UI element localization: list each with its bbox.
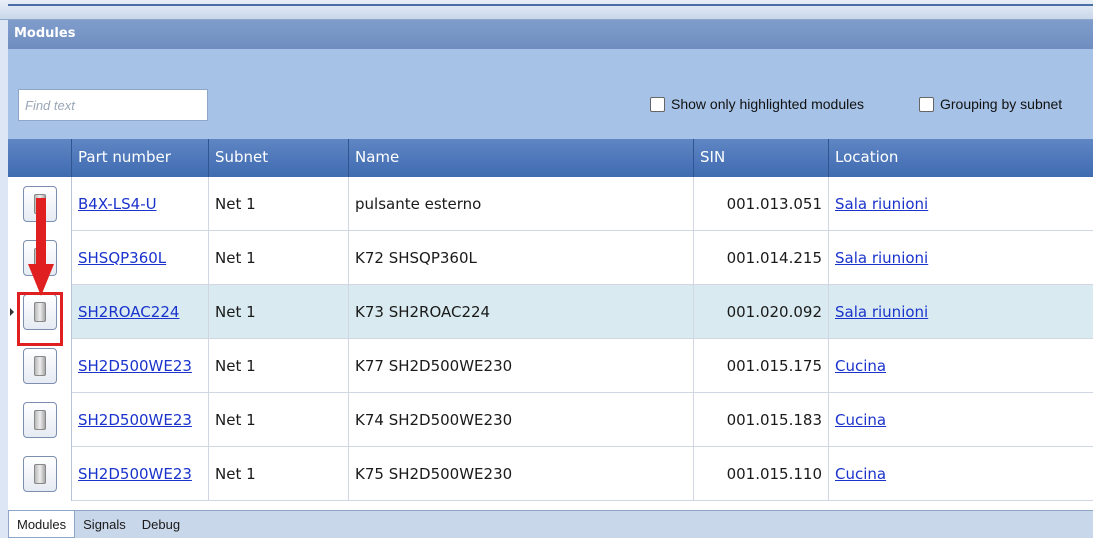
show-highlighted-checkbox[interactable]: Show only highlighted modules: [650, 96, 864, 112]
sin-cell: 001.013.051: [694, 176, 829, 231]
name-cell: K77 SH2D500WE230: [349, 338, 694, 393]
table-row[interactable]: SH2D500WE23 Net 1 K75 SH2D500WE230 001.015.…: [8, 446, 1093, 501]
subnet-cell: Net 1: [209, 230, 349, 285]
part-number-cell[interactable]: SH2ROAC224: [72, 284, 209, 339]
module-thumbnail-icon[interactable]: [22, 455, 57, 492]
highlight-box-annotation: [17, 292, 63, 346]
name-cell: K72 SHSQP360L: [349, 230, 694, 285]
tab-debug[interactable]: Debug: [134, 511, 188, 538]
modules-grid: Part number Subnet Name SIN Location B4X…: [8, 139, 1093, 510]
subnet-cell: Net 1: [209, 338, 349, 393]
location-cell[interactable]: Sala riunioni: [829, 177, 1093, 231]
grouping-by-subnet-checkbox[interactable]: Grouping by subnet: [919, 96, 1062, 112]
location-cell[interactable]: Sala riunioni: [829, 231, 1093, 285]
part-number-cell[interactable]: SH2D500WE23: [72, 338, 209, 393]
red-arrow-annotation: [28, 198, 54, 296]
sin-cell: 001.015.110: [694, 446, 829, 501]
row-selector-header: [8, 139, 72, 177]
row-selector[interactable]: [8, 338, 72, 393]
subnet-cell: Net 1: [209, 446, 349, 501]
subnet-cell: Net 1: [209, 392, 349, 447]
sin-cell: 001.015.183: [694, 392, 829, 447]
part-number-cell[interactable]: SH2D500WE23: [72, 446, 209, 501]
column-header-part-number[interactable]: Part number: [72, 139, 209, 177]
location-cell[interactable]: Sala riunioni: [829, 285, 1093, 339]
location-cell[interactable]: Cucina: [829, 339, 1093, 393]
grid-body: B4X-LS4-U Net 1 pulsante esterno 001.013.05…: [8, 176, 1093, 501]
part-number-cell[interactable]: SH2D500WE23: [72, 392, 209, 447]
name-cell: pulsante esterno: [349, 176, 694, 231]
name-cell: K75 SH2D500WE230: [349, 446, 694, 501]
current-row-indicator-icon: [10, 307, 14, 316]
column-header-name[interactable]: Name: [349, 139, 694, 177]
location-link[interactable]: Cucina: [835, 357, 886, 375]
location-link[interactable]: Sala riunioni: [835, 249, 928, 267]
part-number-link[interactable]: SH2D500WE23: [78, 357, 192, 375]
location-link[interactable]: Sala riunioni: [835, 303, 928, 321]
table-row[interactable]: SH2D500WE23 Net 1 K74 SH2D500WE230 001.015.…: [8, 392, 1093, 447]
sin-cell: 001.020.092: [694, 284, 829, 339]
name-cell: K74 SH2D500WE230: [349, 392, 694, 447]
part-number-cell[interactable]: SHSQP360L: [72, 230, 209, 285]
part-number-link[interactable]: SH2D500WE23: [78, 411, 192, 429]
subnet-cell: Net 1: [209, 284, 349, 339]
sin-cell: 001.014.215: [694, 230, 829, 285]
part-number-link[interactable]: B4X-LS4-U: [78, 195, 157, 213]
row-selector[interactable]: [8, 392, 72, 447]
checkbox-box[interactable]: [650, 96, 665, 112]
panel-title: Modules: [8, 20, 1093, 49]
tab-signals[interactable]: Signals: [75, 511, 134, 538]
location-cell[interactable]: Cucina: [829, 447, 1093, 501]
part-number-link[interactable]: SH2ROAC224: [78, 303, 179, 321]
name-cell: K73 SH2ROAC224: [349, 284, 694, 339]
location-link[interactable]: Sala riunioni: [835, 195, 928, 213]
part-number-cell[interactable]: B4X-LS4-U: [72, 176, 209, 231]
location-link[interactable]: Cucina: [835, 411, 886, 429]
toolbar: Show only highlighted modules Grouping b…: [8, 49, 1093, 139]
location-link[interactable]: Cucina: [835, 465, 886, 483]
table-row[interactable]: SH2ROAC224 Net 1 K73 SH2ROAC224 001.020.092…: [8, 284, 1093, 339]
column-header-subnet[interactable]: Subnet: [209, 139, 349, 177]
column-header-sin[interactable]: SIN: [694, 139, 829, 177]
module-thumbnail-icon[interactable]: [22, 347, 57, 384]
grouping-by-subnet-label: Grouping by subnet: [940, 96, 1063, 112]
bottom-tabs: Modules Signals Debug: [8, 510, 1093, 538]
table-row[interactable]: B4X-LS4-U Net 1 pulsante esterno 001.013.05…: [8, 176, 1093, 231]
subnet-cell: Net 1: [209, 176, 349, 231]
column-header-location[interactable]: Location: [829, 139, 1093, 177]
tab-modules[interactable]: Modules: [8, 511, 76, 538]
checkbox-box[interactable]: [919, 96, 934, 112]
show-highlighted-label: Show only highlighted modules: [671, 96, 865, 112]
module-thumbnail-icon[interactable]: [22, 401, 57, 438]
table-row[interactable]: SH2D500WE23 Net 1 K77 SH2D500WE230 001.015.…: [8, 338, 1093, 393]
grid-header: Part number Subnet Name SIN Location: [8, 139, 1093, 177]
table-row[interactable]: SHSQP360L Net 1 K72 SHSQP360L 001.014.215 Sa…: [8, 230, 1093, 285]
search-input[interactable]: [18, 89, 208, 121]
part-number-link[interactable]: SH2D500WE23: [78, 465, 192, 483]
window-top-strip: [0, 0, 1093, 20]
row-selector[interactable]: [8, 446, 72, 501]
location-cell[interactable]: Cucina: [829, 393, 1093, 447]
part-number-link[interactable]: SHSQP360L: [78, 249, 166, 267]
sin-cell: 001.015.175: [694, 338, 829, 393]
